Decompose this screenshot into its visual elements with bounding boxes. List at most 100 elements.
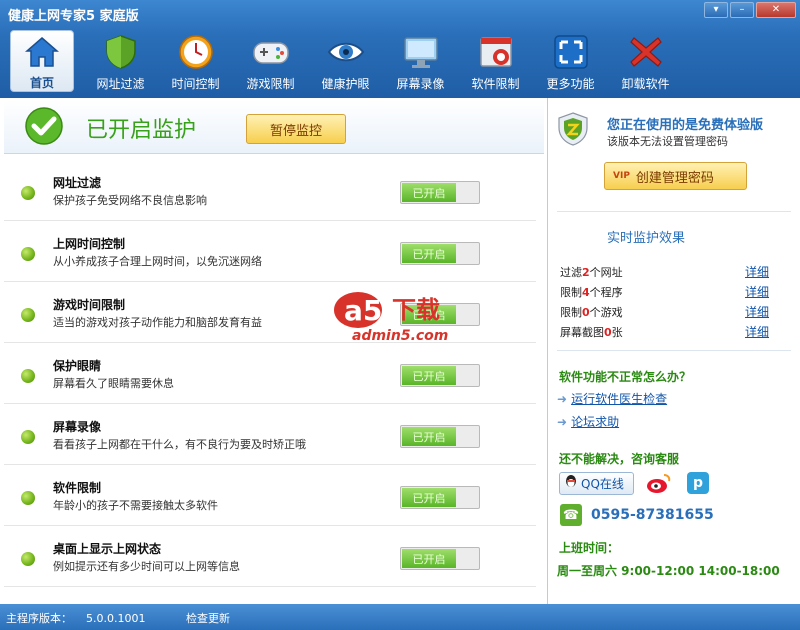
admin5-watermark: a5 下载 admin5.com — [332, 288, 472, 346]
feature-row: 保护眼睛 屏幕看久了眼睛需要休息 已开启 — [4, 343, 536, 404]
support-phone: 0595-87381655 — [591, 507, 714, 523]
check-update-link[interactable]: 检查更新 — [186, 610, 230, 626]
minimize-button[interactable]: – — [730, 2, 754, 18]
main-toolbar: 首页 网址过滤 时间控制 游戏限制 健康护眼 屏幕录像 软件限制 更多功能 卸载… — [10, 30, 683, 92]
tab-software-limit-label: 软件限制 — [471, 77, 520, 91]
shield-icon — [102, 33, 140, 71]
tab-screen-record[interactable]: 屏幕录像 — [383, 30, 458, 92]
feature-row: 屏幕录像 看看孩子上网都在干什么，有不良行为要及时矫正哦 已开启 — [4, 404, 536, 465]
feature-title: 游戏时间限制 — [53, 298, 126, 312]
side-panel: 您正在使用的是免费体验版 该版本无法设置管理密码 VIP 创建管理密码 实时监护… — [549, 98, 800, 604]
weibo-icon[interactable] — [646, 472, 672, 494]
tab-eye-care[interactable]: 健康护眼 — [308, 30, 383, 92]
feature-desc: 屏幕看久了眼睛需要休息 — [53, 377, 174, 390]
tab-time-control[interactable]: 时间控制 — [158, 30, 233, 92]
feature-title: 网址过滤 — [53, 176, 102, 190]
realtime-title: 实时监护效果 — [607, 231, 686, 246]
monitor-status-box: 已开启监护 暂停监控 — [4, 100, 544, 154]
watermark-logo: a5 — [344, 294, 382, 327]
qq-online-label: QQ在线 — [581, 477, 624, 491]
detail-link[interactable]: 详细 — [745, 283, 769, 300]
clock-icon — [177, 33, 215, 71]
tab-software-limit[interactable]: 软件限制 — [458, 30, 533, 92]
feature-desc: 适当的游戏对孩子动作能力和脑部发育有益 — [53, 316, 262, 329]
monitor-icon — [402, 33, 440, 71]
eye-icon — [327, 33, 365, 71]
status-dot — [21, 186, 35, 200]
tab-home[interactable]: 首页 — [10, 30, 74, 92]
version-info: 主程序版本： 5.0.0.1001 — [6, 612, 146, 625]
expand-icon — [552, 33, 590, 71]
feature-row: 软件限制 年龄小的孩子不需要接触太多软件 已开启 — [4, 465, 536, 526]
create-password-button[interactable]: VIP 创建管理密码 — [604, 162, 747, 190]
create-password-label: 创建管理密码 — [635, 170, 714, 186]
qq-online-button[interactable]: QQ在线 — [559, 472, 634, 495]
software-block-icon — [477, 33, 515, 71]
work-hours: 周一至周六 9:00-12:00 14:00-18:00 — [557, 564, 780, 578]
monitor-status-text: 已开启监护 — [86, 118, 197, 143]
status-dot — [21, 369, 35, 383]
detail-link[interactable]: 详细 — [745, 303, 769, 320]
toggle-on-label: 已开启 — [402, 549, 456, 568]
tab-url-filter-label: 网址过滤 — [96, 77, 145, 91]
stat-limited-programs: 限制4个程序 — [560, 286, 623, 299]
tencent-weibo-icon[interactable]: p — [687, 472, 709, 494]
feature-desc: 从小养成孩子合理上网时间，以免沉迷网络 — [53, 255, 262, 268]
tab-uninstall-label: 卸载软件 — [621, 77, 670, 91]
feature-toggle[interactable]: 已开启 — [400, 486, 480, 509]
tab-url-filter[interactable]: 网址过滤 — [83, 30, 158, 92]
window-title: 健康上网专家5 家庭版 — [8, 9, 139, 24]
tab-game-limit[interactable]: 游戏限制 — [233, 30, 308, 92]
feature-desc: 年龄小的孩子不需要接触太多软件 — [53, 499, 218, 512]
home-icon — [23, 34, 61, 70]
toggle-on-label: 已开启 — [402, 183, 456, 202]
close-button[interactable]: ✕ — [756, 2, 796, 18]
feature-toggle[interactable]: 已开启 — [400, 181, 480, 204]
hours-title: 上班时间： — [559, 541, 620, 555]
feature-toggle[interactable]: 已开启 — [400, 364, 480, 387]
feature-row: 桌面上显示上网状态 例如提示还有多少时间可以上网等信息 已开启 — [4, 526, 536, 587]
product-shield-icon — [557, 112, 589, 146]
qq-penguin-icon — [564, 474, 578, 493]
stat-limited-games: 限制0个游戏 — [560, 306, 623, 319]
status-dot — [21, 247, 35, 261]
toggle-on-label: 已开启 — [402, 488, 456, 507]
stat-screenshots: 屏幕截图0张 — [560, 326, 623, 339]
menu-button[interactable]: ▾ — [704, 2, 728, 18]
uninstall-x-icon — [627, 33, 665, 71]
forum-help-link[interactable]: ➜ 论坛求助 — [557, 413, 619, 430]
detail-link[interactable]: 详细 — [745, 263, 769, 280]
arrow-icon: ➜ — [557, 415, 568, 429]
free-version-desc: 该版本无法设置管理密码 — [607, 135, 728, 148]
main-panel: 已开启监护 暂停监控 网址过滤 保护孩子免受网络不良信息影响 已开启 上网时间控… — [0, 98, 548, 604]
feature-desc: 例如提示还有多少时间可以上网等信息 — [53, 560, 240, 573]
toggle-on-label: 已开启 — [402, 427, 456, 446]
detail-link[interactable]: 详细 — [745, 323, 769, 340]
feature-toggle[interactable]: 已开启 — [400, 242, 480, 265]
toggle-on-label: 已开启 — [402, 366, 456, 385]
status-dot — [21, 430, 35, 444]
tab-more-features[interactable]: 更多功能 — [533, 30, 608, 92]
check-icon — [24, 106, 64, 146]
tab-screen-record-label: 屏幕录像 — [396, 77, 445, 91]
feature-toggle[interactable]: 已开启 — [400, 425, 480, 448]
free-version-title: 您正在使用的是免费体验版 — [607, 118, 764, 133]
arrow-icon: ➜ — [557, 392, 568, 406]
feature-title: 软件限制 — [53, 481, 102, 495]
feature-desc: 看看孩子上网都在干什么，有不良行为要及时矫正哦 — [53, 438, 306, 451]
feature-title: 上网时间控制 — [53, 237, 126, 251]
status-dot — [21, 308, 35, 322]
status-bar: 主程序版本： 5.0.0.1001 检查更新 — [0, 604, 800, 630]
pause-monitor-button[interactable]: 暂停监控 — [246, 114, 346, 144]
feature-title: 桌面上显示上网状态 — [53, 542, 162, 556]
watermark-brand: 下载 — [392, 296, 440, 324]
tab-uninstall[interactable]: 卸载软件 — [608, 30, 683, 92]
software-doctor-link[interactable]: ➜ 运行软件医生检查 — [557, 390, 667, 407]
feature-toggle[interactable]: 已开启 — [400, 547, 480, 570]
feature-row: 上网时间控制 从小养成孩子合理上网时间，以免沉迷网络 已开启 — [4, 221, 536, 282]
divider — [557, 211, 791, 212]
feature-title: 屏幕录像 — [53, 420, 102, 434]
stat-filtered-urls: 过滤2个网址 — [560, 266, 623, 279]
feature-row: 网址过滤 保护孩子免受网络不良信息影响 已开启 — [4, 160, 536, 221]
tab-eye-care-label: 健康护眼 — [321, 77, 370, 91]
